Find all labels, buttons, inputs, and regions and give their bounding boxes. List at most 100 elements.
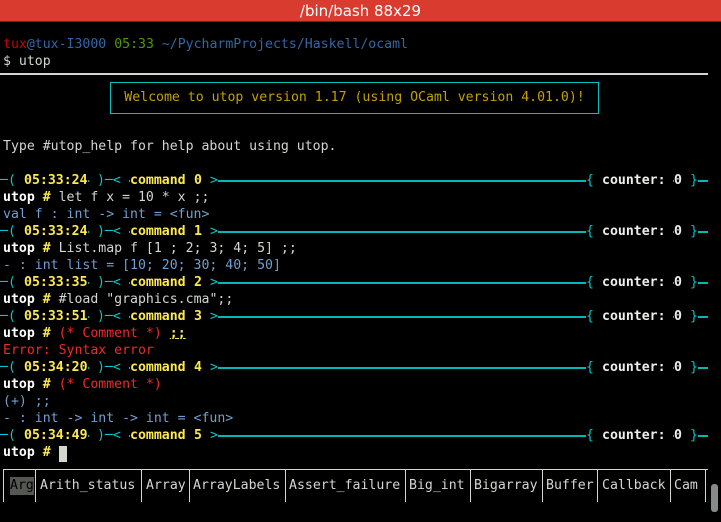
completion-item[interactable]: Cam xyxy=(674,477,698,495)
counter-open: { xyxy=(586,223,602,240)
counter-value: 0 xyxy=(674,172,682,189)
completion-separator xyxy=(3,470,4,502)
prompt-hash: # xyxy=(34,241,59,256)
top-divider xyxy=(0,73,708,75)
utop-prompt: utop xyxy=(3,445,35,460)
utop-prompt: utop xyxy=(3,326,35,341)
session-bar: ─( 05:33:24 )─< command 1 > { counter: 0… xyxy=(0,223,708,240)
terminal-area[interactable]: tux@tux-I3000 05:33 ~/PycharmProjects/Ha… xyxy=(0,22,708,522)
bar-end: > xyxy=(202,274,218,291)
current-input-line[interactable]: utop # xyxy=(3,444,59,461)
shell-command: $ utop xyxy=(3,54,51,69)
bar-close: )─< xyxy=(89,427,129,444)
prompt-hash: # xyxy=(34,190,59,205)
completion-separator xyxy=(35,470,36,502)
bar-open: ─( xyxy=(0,172,24,189)
completion-separator xyxy=(597,470,598,502)
prompt-host: @tux-I3000 xyxy=(26,37,107,52)
bar-end: > xyxy=(202,172,218,189)
completion-item[interactable]: Arg xyxy=(10,477,34,495)
counter-close: } xyxy=(682,223,698,240)
prompt-hash: # xyxy=(34,292,59,307)
bar-end: > xyxy=(202,223,218,240)
bar-close: )─< xyxy=(89,172,129,189)
utop-prompt: utop xyxy=(3,241,35,256)
completion-item[interactable]: Array xyxy=(146,477,186,495)
counter-open: { xyxy=(586,427,602,444)
bar-command-label: command xyxy=(130,274,194,291)
counter-open: { xyxy=(586,274,602,291)
bar-open: ─( xyxy=(0,274,24,291)
bar-open: ─( xyxy=(0,223,24,240)
completion-separator xyxy=(141,470,142,502)
counter-close: } xyxy=(682,308,698,325)
bar-close: )─< xyxy=(89,308,129,325)
continuation-line: (+) ;; xyxy=(3,394,51,409)
input-code: let f x = 10 * x ;; xyxy=(58,190,210,205)
completion-item[interactable]: Assert_failure xyxy=(289,477,400,495)
counter-label: counter: xyxy=(602,359,674,376)
bar-command-number: 1 xyxy=(194,223,202,240)
bar-time: 05:33:24 xyxy=(24,223,88,240)
completion-separator xyxy=(542,470,543,502)
completion-separator xyxy=(670,470,671,502)
completion-item[interactable]: Bigarray xyxy=(474,477,538,495)
completion-item[interactable]: Buffer xyxy=(546,477,594,495)
bar-open: ─( xyxy=(0,308,24,325)
utop-prompt: utop xyxy=(3,292,35,307)
input-line: utop # (* Comment *) ;; xyxy=(3,325,186,342)
text-cursor xyxy=(59,446,67,462)
completion-item[interactable]: ArrayLabels xyxy=(193,477,280,495)
window-titlebar[interactable]: /bin/bash 88x29 xyxy=(0,0,721,22)
completion-item[interactable]: Big_int xyxy=(409,477,465,495)
counter-close: } xyxy=(682,274,698,291)
counter-open: { xyxy=(586,308,602,325)
input-line: utop # List.map f [1 ; 2; 3; 4; 5] ;; xyxy=(3,240,297,257)
completion-item[interactable]: Callback xyxy=(602,477,666,495)
output-line: val f : int -> int = <fun> xyxy=(3,207,210,222)
window-title: /bin/bash 88x29 xyxy=(299,2,422,20)
completion-separator xyxy=(189,470,190,502)
bar-command-number: 0 xyxy=(194,172,202,189)
scrollbar-thumb[interactable] xyxy=(711,484,718,512)
bar-command-number: 4 xyxy=(194,359,202,376)
completion-separator xyxy=(405,470,406,502)
bar-end: > xyxy=(202,427,218,444)
bar-time: 05:33:51 xyxy=(24,308,88,325)
counter-label: counter: xyxy=(602,427,674,444)
bar-time: 05:33:35 xyxy=(24,274,88,291)
input-code: List.map f [1 ; 2; 3; 4; 5] ;; xyxy=(58,241,297,256)
prompt-time: 05:33 xyxy=(114,37,154,52)
utop-prompt: utop xyxy=(3,377,35,392)
prompt-hash: # xyxy=(34,377,59,392)
session-bar: ─( 05:33:35 )─< command 2 > { counter: 0… xyxy=(0,274,708,291)
counter-value: 0 xyxy=(674,274,682,291)
completion-item[interactable]: Arith_status xyxy=(40,477,135,495)
bar-command-label: command xyxy=(130,172,194,189)
bar-command-label: command xyxy=(130,359,194,376)
bar-command-label: command xyxy=(130,223,194,240)
counter-label: counter: xyxy=(602,172,674,189)
bar-end: > xyxy=(202,359,218,376)
counter-close: } xyxy=(682,427,698,444)
prompt-hash: # xyxy=(34,445,59,460)
utop-prompt: utop xyxy=(3,190,35,205)
counter-close: } xyxy=(682,172,698,189)
prompt-user: tux xyxy=(3,37,27,52)
input-comment: (* Comment *) xyxy=(58,377,162,392)
input-terminator: ;; xyxy=(169,326,186,341)
completion-bar: Arg Arith_status Array ArrayLabels Asser… xyxy=(3,469,708,502)
counter-value: 0 xyxy=(674,223,682,240)
counter-open: { xyxy=(586,359,602,376)
vertical-scrollbar[interactable] xyxy=(708,22,721,522)
counter-value: 0 xyxy=(674,427,682,444)
session-bar: ─( 05:34:20 )─< command 4 > { counter: 0… xyxy=(0,359,708,376)
bar-close: )─< xyxy=(89,223,129,240)
shell-prompt-line: tux@tux-I3000 05:33 ~/PycharmProjects/Ha… xyxy=(3,36,408,53)
input-line: utop # let f x = 10 * x ;; xyxy=(3,189,209,206)
counter-value: 0 xyxy=(674,359,682,376)
bar-time: 05:34:49 xyxy=(24,427,88,444)
bar-time: 05:33:24 xyxy=(24,172,88,189)
prompt-hash: # xyxy=(34,326,59,341)
bar-command-label: command xyxy=(130,308,194,325)
